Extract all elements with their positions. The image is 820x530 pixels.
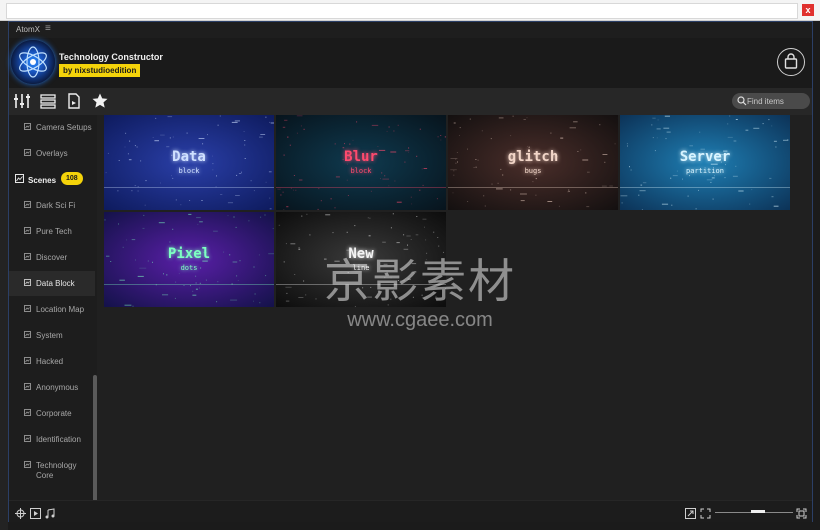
star-icon[interactable] xyxy=(91,92,109,110)
fullscreen-icon[interactable] xyxy=(796,506,807,519)
app-window: AtomX ≡ Technology Constructor by nixstu… xyxy=(8,21,813,522)
product-title: Technology Constructor xyxy=(59,52,163,62)
play-icon[interactable] xyxy=(30,506,41,519)
tile-subtitle: partition xyxy=(686,167,724,175)
preset-icon xyxy=(24,435,31,442)
preset-icon xyxy=(24,409,31,416)
address-field[interactable] xyxy=(6,3,798,19)
sliders-icon[interactable] xyxy=(13,92,31,110)
sidebar-item-label: System xyxy=(36,331,63,340)
sidebar-item-technology-core[interactable]: Technology Core xyxy=(9,453,95,487)
tile-subtitle: block xyxy=(178,167,200,175)
scene-tile-server[interactable]: Server partition xyxy=(620,115,790,210)
list-icon[interactable] xyxy=(39,92,57,110)
sidebar-item-label: Dark Sci Fi xyxy=(36,201,76,210)
tile-title: Blur xyxy=(344,149,378,165)
app-name: AtomX xyxy=(16,25,41,34)
sidebar-item-data-block[interactable]: Data Block xyxy=(9,271,95,296)
preset-icon xyxy=(24,227,31,234)
close-button[interactable]: x xyxy=(802,4,814,16)
scene-tile-new[interactable]: New line xyxy=(276,212,446,307)
music-icon[interactable] xyxy=(44,506,55,519)
sidebar-item-label: Discover xyxy=(36,253,68,262)
preset-icon xyxy=(24,305,31,312)
scene-tile-glitch[interactable]: glitch bugs xyxy=(448,115,618,210)
scenes-icon xyxy=(15,174,24,183)
search-input[interactable] xyxy=(747,93,807,109)
sidebar-item-label: Hacked xyxy=(36,357,64,366)
product-header: Technology Constructor by nixstudioediti… xyxy=(9,38,812,88)
sidebar-item-overlays[interactable]: Overlays xyxy=(9,141,95,166)
shopping-bag-icon xyxy=(784,53,798,69)
sidebar-item-label: Camera Setups xyxy=(36,123,92,132)
sidebar-item-identification[interactable]: Identification xyxy=(9,427,95,452)
sidebar-scrollbar[interactable] xyxy=(93,375,97,500)
tile-title: New xyxy=(348,246,374,262)
tile-subtitle: block xyxy=(350,167,372,175)
sidebar-item-label: Overlays xyxy=(36,149,68,158)
search-box[interactable] xyxy=(732,93,810,109)
sidebar-category-scenes[interactable]: Scenes 108 xyxy=(9,167,95,192)
preset-icon xyxy=(24,279,31,286)
preset-icon xyxy=(24,383,31,390)
atom-logo-icon xyxy=(11,40,55,84)
sidebar-item-camera-setups[interactable]: Camera Setups xyxy=(9,115,95,140)
sidebar-item-label: Data Block xyxy=(36,279,75,288)
scene-tile-data[interactable]: Data block xyxy=(104,115,274,210)
browser-topbar: x xyxy=(0,0,820,21)
status-footer xyxy=(9,500,812,522)
preset-icon xyxy=(24,461,31,468)
preset-icon xyxy=(24,149,31,156)
preset-icon xyxy=(24,123,31,130)
fit-icon[interactable] xyxy=(700,506,711,519)
tile-subtitle: dots xyxy=(180,264,198,272)
menu-icon[interactable]: ≡ xyxy=(45,23,51,34)
tile-title: Data xyxy=(172,149,206,165)
tile-subtitle: bugs xyxy=(524,167,542,175)
sidebar-item-label: Corporate xyxy=(36,409,72,418)
left-gutter xyxy=(0,21,8,530)
tile-title: Pixel xyxy=(167,246,211,262)
sidebar-item-corporate[interactable]: Corporate xyxy=(9,401,95,426)
sidebar-item-label: Anonymous xyxy=(36,383,79,392)
search-icon xyxy=(737,96,747,106)
sidebar-item-location-map[interactable]: Location Map xyxy=(9,297,95,322)
sidebar-item-discover[interactable]: Discover xyxy=(9,245,95,270)
preset-icon xyxy=(24,357,31,364)
sidebar-item-hacked[interactable]: Hacked xyxy=(9,349,95,374)
count-badge: 108 xyxy=(61,172,83,185)
sidebar-item-anonymous[interactable]: Anonymous xyxy=(9,375,95,400)
sidebar-item-label: Pure Tech xyxy=(36,227,72,236)
tile-subtitle: line xyxy=(352,264,370,272)
preset-icon xyxy=(24,331,31,338)
title-bar: AtomX ≡ xyxy=(9,22,812,38)
zoom-slider-knob[interactable] xyxy=(751,510,765,513)
sidebar-item-label: Location Map xyxy=(36,305,85,314)
category-sidebar: Camera Setups Overlays Scenes 108 Dark S… xyxy=(9,115,97,500)
scene-tile-pixel[interactable]: Pixel dots xyxy=(104,212,274,307)
cart-button[interactable] xyxy=(777,48,805,76)
scene-grid: Data block Blur block glitch bugs Server… xyxy=(104,115,812,500)
tile-title: glitch xyxy=(507,149,559,165)
preset-icon xyxy=(24,201,31,208)
scene-tile-blur[interactable]: Blur block xyxy=(276,115,446,210)
toolbar xyxy=(9,88,812,115)
sidebar-item-label: Identification xyxy=(36,435,81,444)
sidebar-item-dark-sci-fi[interactable]: Dark Sci Fi xyxy=(9,193,95,218)
expand-icon[interactable] xyxy=(685,506,696,519)
sidebar-item-label-line2: Core xyxy=(36,471,54,480)
author-badge[interactable]: by nixstudioedition xyxy=(59,64,141,77)
category-label: Scenes xyxy=(28,176,57,185)
add-file-icon[interactable] xyxy=(65,92,83,110)
tile-title: Server xyxy=(679,149,731,165)
sidebar-item-system[interactable]: System xyxy=(9,323,95,348)
sidebar-item-pure-tech[interactable]: Pure Tech xyxy=(9,219,95,244)
target-icon[interactable] xyxy=(15,506,26,519)
preset-icon xyxy=(24,253,31,260)
sidebar-item-label: Technology xyxy=(36,461,77,470)
